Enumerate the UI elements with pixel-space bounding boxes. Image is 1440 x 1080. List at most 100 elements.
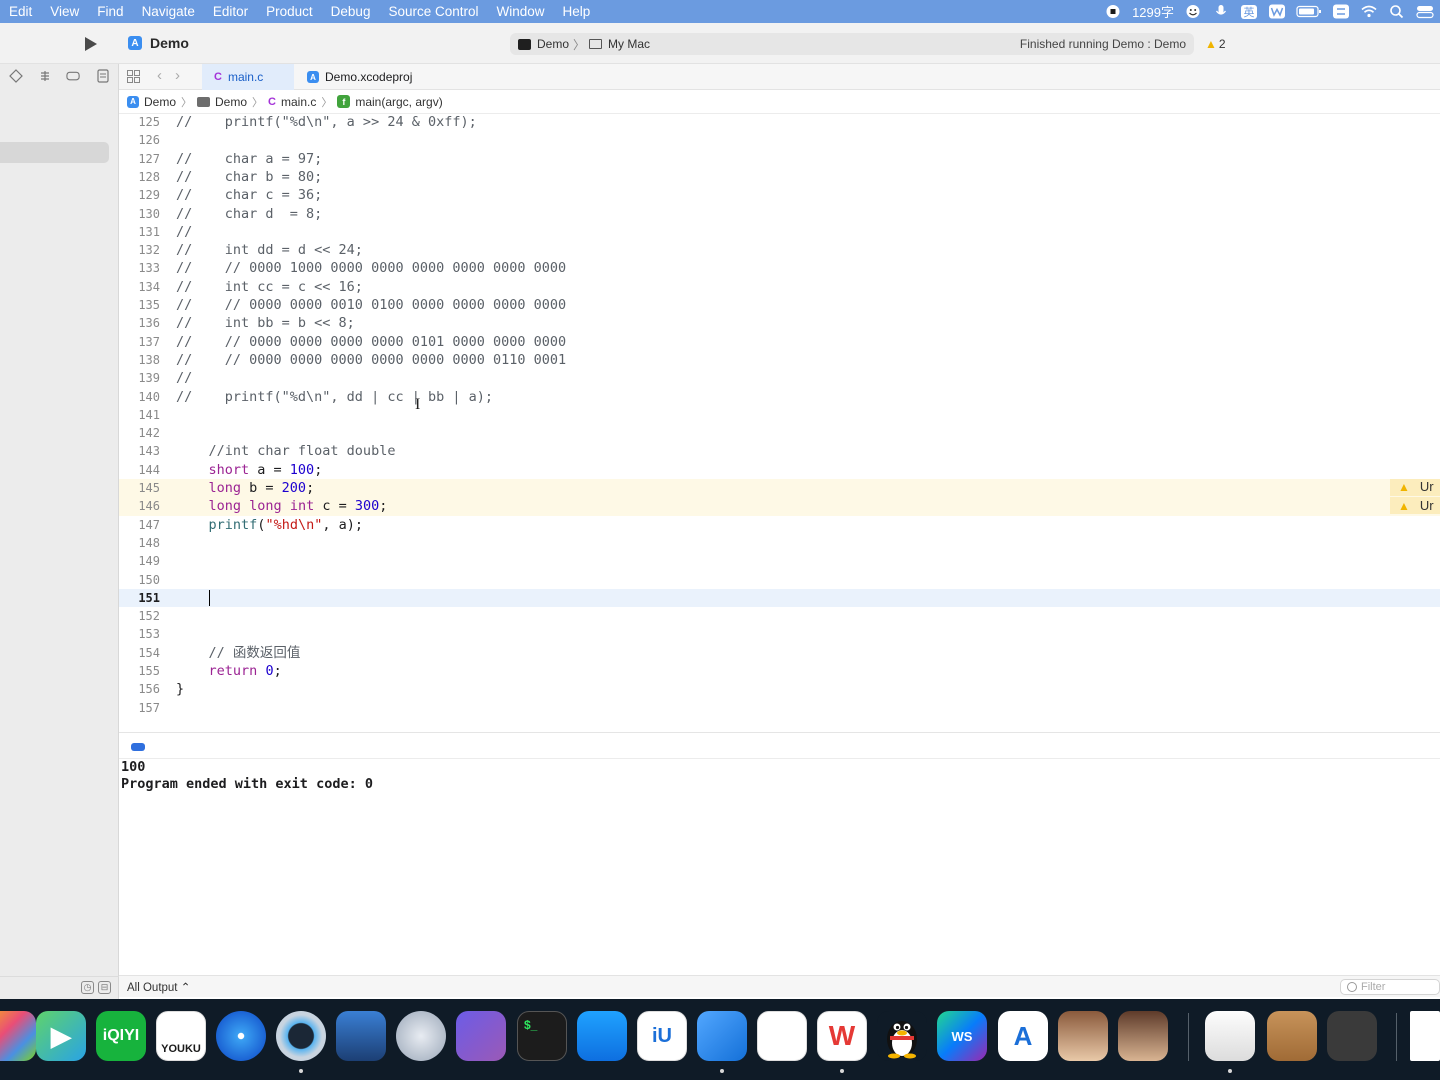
code-line[interactable]: 144 short a = 100; bbox=[119, 461, 1440, 479]
menu-navigate[interactable]: Navigate bbox=[133, 0, 204, 23]
line-number[interactable]: 144 bbox=[119, 461, 160, 479]
sync-icon[interactable] bbox=[1332, 4, 1350, 19]
code-line[interactable]: 139 // bbox=[119, 369, 1440, 387]
code-line[interactable]: 149 bbox=[119, 552, 1440, 570]
code-line[interactable]: 137 // // 0000 0000 0000 0000 0101 0000 0… bbox=[119, 333, 1440, 351]
code-line[interactable]: 141 bbox=[119, 406, 1440, 424]
debug-navigator-icon[interactable] bbox=[37, 68, 52, 83]
line-number[interactable]: 142 bbox=[119, 424, 160, 442]
tab-main-c[interactable]: C main.c bbox=[202, 64, 294, 90]
console-filter-field[interactable]: Filter bbox=[1340, 979, 1440, 995]
line-number[interactable]: 138 bbox=[119, 351, 160, 369]
dock-app-anymp4[interactable] bbox=[336, 1011, 386, 1061]
record-icon[interactable] bbox=[1104, 4, 1122, 19]
tab-xcodeproj[interactable]: A Demo.xcodeproj bbox=[295, 64, 424, 90]
menu-product[interactable]: Product bbox=[257, 0, 322, 23]
dock-app-safari[interactable] bbox=[216, 1011, 266, 1061]
dock-app-iqiyi[interactable]: iQIYI bbox=[96, 1011, 146, 1061]
code-line[interactable]: 136 // int bb = b << 8; bbox=[119, 314, 1440, 332]
dock-app-launchpad[interactable] bbox=[0, 1011, 36, 1061]
dock-app-quicktime[interactable] bbox=[276, 1011, 326, 1061]
line-number[interactable]: 131 bbox=[119, 223, 160, 241]
line-number[interactable]: 129 bbox=[119, 186, 160, 204]
jumpbar-project[interactable]: Demo bbox=[144, 95, 176, 109]
dock-app-xcode[interactable] bbox=[697, 1011, 747, 1061]
line-number[interactable]: 143 bbox=[119, 442, 160, 460]
dock-app-contacts[interactable] bbox=[1267, 1011, 1317, 1061]
line-number[interactable]: 127 bbox=[119, 150, 160, 168]
code-line[interactable]: 151 bbox=[119, 588, 1440, 608]
spotlight-search-icon[interactable] bbox=[1388, 4, 1406, 19]
dock-app-calculator[interactable] bbox=[1327, 1011, 1377, 1061]
input-method-icon[interactable]: 英 bbox=[1240, 4, 1258, 19]
menu-edit[interactable]: Edit bbox=[0, 0, 41, 23]
issue-annotation[interactable]: ▲ Ur bbox=[1390, 479, 1440, 496]
back-arrow-icon[interactable]: ‹ bbox=[157, 67, 162, 84]
code-line[interactable]: 135 // // 0000 0000 0010 0100 0000 0000 0… bbox=[119, 296, 1440, 314]
code-line[interactable]: 125 // printf("%d\n", a >> 24 & 0xff); bbox=[119, 114, 1440, 131]
line-number[interactable]: 155 bbox=[119, 662, 160, 680]
line-number[interactable]: 146 bbox=[119, 497, 160, 515]
line-number[interactable]: 128 bbox=[119, 168, 160, 186]
code-line[interactable]: 142 bbox=[119, 424, 1440, 442]
line-number[interactable]: 125 bbox=[119, 114, 160, 131]
line-number[interactable]: 157 bbox=[119, 699, 160, 717]
line-number[interactable]: 151 bbox=[119, 589, 160, 607]
dock-app-finder-window[interactable] bbox=[1410, 1011, 1440, 1061]
line-number[interactable]: 154 bbox=[119, 644, 160, 662]
dock-app-youku[interactable]: YOUKU bbox=[156, 1011, 206, 1061]
tag-navigator-icon[interactable] bbox=[66, 68, 81, 83]
code-line[interactable]: 145 long b = 200; ▲ Ur bbox=[119, 479, 1440, 498]
filter-scope-icon[interactable]: ⊟ bbox=[98, 981, 111, 994]
navigator-selected-row[interactable] bbox=[0, 142, 109, 163]
menu-editor[interactable]: Editor bbox=[204, 0, 257, 23]
word-count[interactable]: 1299字 bbox=[1132, 2, 1174, 21]
source-editor[interactable]: 125 // printf("%d\n", a >> 24 & 0xff); 126… bbox=[119, 114, 1440, 732]
scheme-selector[interactable]: Demo 〉 My Mac Finished running Demo : De… bbox=[510, 33, 1194, 55]
line-number[interactable]: 147 bbox=[119, 516, 160, 534]
code-line[interactable]: 127 // char a = 97; bbox=[119, 150, 1440, 168]
line-number[interactable]: 139 bbox=[119, 369, 160, 387]
line-number[interactable]: 141 bbox=[119, 406, 160, 424]
control-center-icon[interactable] bbox=[1416, 4, 1434, 19]
line-number[interactable]: 136 bbox=[119, 314, 160, 332]
dock-app-instruments[interactable] bbox=[396, 1011, 446, 1061]
debug-area-toggle[interactable] bbox=[131, 743, 145, 751]
line-number[interactable]: 132 bbox=[119, 241, 160, 259]
code-line[interactable]: 133 // // 0000 1000 0000 0000 0000 0000 0… bbox=[119, 259, 1440, 277]
related-items-icon[interactable] bbox=[127, 70, 140, 83]
code-line[interactable]: 146 long long int c = 300; ▲ Ur bbox=[119, 497, 1440, 516]
menu-window[interactable]: Window bbox=[488, 0, 554, 23]
code-line[interactable]: 134 // int cc = c << 16; bbox=[119, 278, 1440, 296]
line-number[interactable]: 126 bbox=[119, 131, 160, 149]
dock-app-iu[interactable]: iU bbox=[637, 1011, 687, 1061]
recent-files-icon[interactable]: ◷ bbox=[81, 981, 94, 994]
line-number[interactable]: 149 bbox=[119, 552, 160, 570]
dock-app-baidu-netdisk[interactable] bbox=[757, 1011, 807, 1061]
breakpoint-navigator-icon[interactable] bbox=[8, 68, 23, 83]
code-line[interactable]: 128 // char b = 80; bbox=[119, 168, 1440, 186]
menu-source-control[interactable]: Source Control bbox=[379, 0, 487, 23]
code-line[interactable]: 154 // 函数返回值 bbox=[119, 644, 1440, 662]
dock-app-photo-app-2[interactable] bbox=[1118, 1011, 1168, 1061]
wps-status-icon[interactable] bbox=[1268, 4, 1286, 19]
battery-icon[interactable] bbox=[1296, 4, 1322, 19]
run-button[interactable] bbox=[80, 33, 102, 55]
jumpbar-folder[interactable]: Demo bbox=[215, 95, 247, 109]
code-line[interactable]: 157 bbox=[119, 699, 1440, 717]
report-navigator-icon[interactable] bbox=[95, 68, 110, 83]
line-number[interactable]: 150 bbox=[119, 571, 160, 589]
line-number[interactable]: 134 bbox=[119, 278, 160, 296]
emoji-icon[interactable] bbox=[1184, 4, 1202, 19]
code-line[interactable]: 131 // bbox=[119, 223, 1440, 241]
code-line[interactable]: 132 // int dd = d << 24; bbox=[119, 241, 1440, 259]
menu-view[interactable]: View bbox=[41, 0, 88, 23]
microphone-icon[interactable] bbox=[1212, 4, 1230, 19]
dock-app-app-dev[interactable]: A bbox=[998, 1011, 1048, 1061]
menu-find[interactable]: Find bbox=[88, 0, 132, 23]
line-number[interactable]: 140 bbox=[119, 388, 160, 406]
line-number[interactable]: 130 bbox=[119, 205, 160, 223]
menu-debug[interactable]: Debug bbox=[322, 0, 380, 23]
code-line[interactable]: 148 bbox=[119, 534, 1440, 552]
code-line[interactable]: 152 bbox=[119, 607, 1440, 625]
